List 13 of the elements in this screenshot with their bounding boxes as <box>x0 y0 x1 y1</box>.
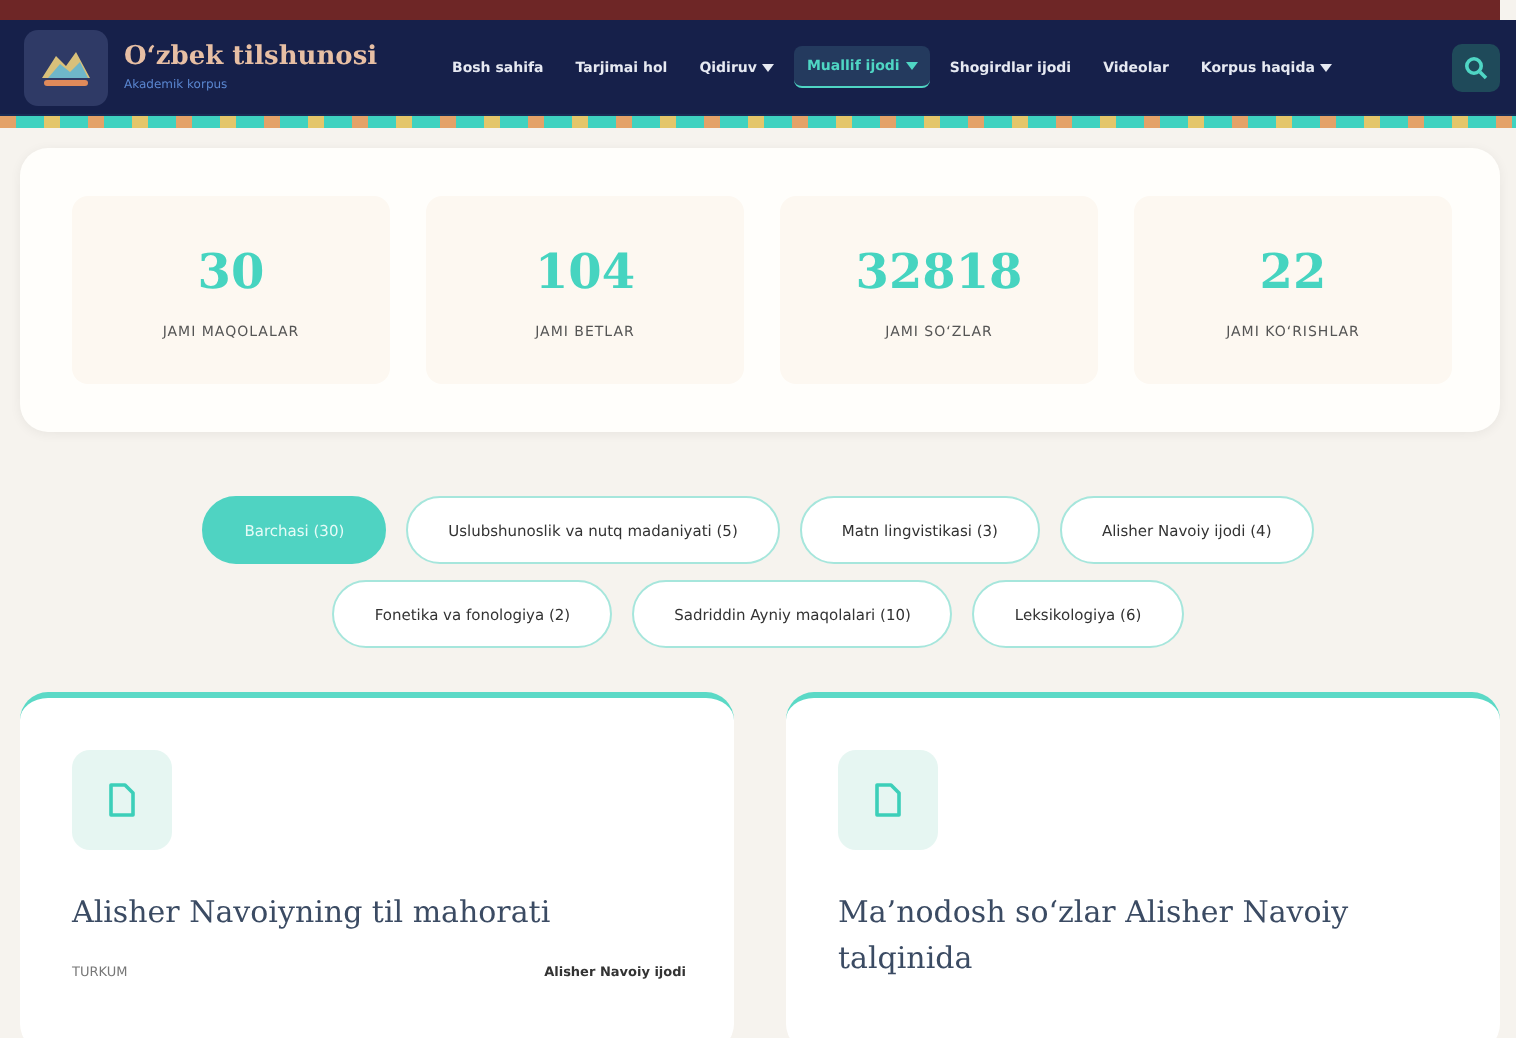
search-button[interactable] <box>1452 43 1500 91</box>
document-icon <box>72 750 172 850</box>
stat-value: 104 <box>534 241 636 299</box>
stat-value: 32818 <box>855 241 1023 299</box>
stat-value: 22 <box>1259 241 1327 299</box>
document-icon <box>838 750 938 850</box>
article-card[interactable]: Ma’nodosh so‘zlar Alisher Navoiy talqinida <box>786 692 1500 1038</box>
site-title: O‘zbek tilshunosi <box>124 42 380 72</box>
article-title: Ma’nodosh so‘zlar Alisher Navoiy talqinida <box>838 892 1351 981</box>
search-icon <box>1464 55 1488 79</box>
stat-value: 30 <box>197 241 265 299</box>
article-title: Alisher Navoiyning til mahorati <box>72 892 553 934</box>
logo-icon[interactable] <box>24 29 108 105</box>
